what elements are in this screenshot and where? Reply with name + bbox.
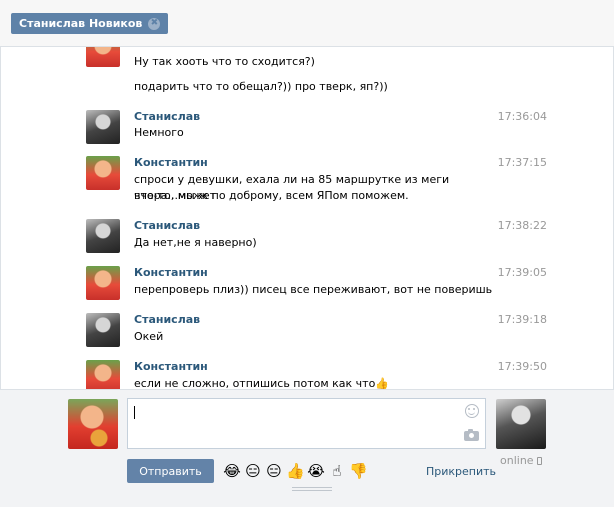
emoji-expressionless-icon[interactable]: 😑 xyxy=(244,462,262,480)
emoji-thumbs-down-icon[interactable]: 👎 xyxy=(349,462,368,480)
message-time: 17:37:15 xyxy=(497,156,547,169)
message-time: 17:38:22 xyxy=(497,219,547,232)
emoji-joy-icon[interactable]: 😂 xyxy=(223,462,241,480)
message-text: если не сложно, отпишись потом как что👍 xyxy=(134,377,390,389)
composer: Отправить 😂 😑 😑 👍 😭 ☝ 👎 Прикрепить onlin… xyxy=(0,389,614,507)
my-avatar[interactable] xyxy=(68,399,118,449)
avatar[interactable] xyxy=(86,110,120,144)
avatar[interactable] xyxy=(86,47,120,67)
message-text: Немного xyxy=(134,126,184,139)
message-input[interactable] xyxy=(127,398,486,449)
tab-chat-stanislav[interactable]: Станислав Новиков ✖ xyxy=(11,13,169,34)
message-text: перепроверь плиз)) писец все переживают,… xyxy=(134,283,493,296)
camera-icon[interactable] xyxy=(464,429,479,441)
emoji-expressionless-icon[interactable]: 😑 xyxy=(265,462,283,480)
message-text: подарить что то обещал?)) про тверк, яп?… xyxy=(134,80,388,93)
message-author[interactable]: Константин xyxy=(134,266,208,279)
message-author[interactable]: Константин xyxy=(134,360,208,373)
message-time: 17:36:04 xyxy=(497,110,547,123)
emoji-crying-icon[interactable]: 😭 xyxy=(307,462,325,480)
message-author[interactable]: Станислав xyxy=(134,313,200,326)
message-author[interactable]: Константин xyxy=(134,156,208,169)
message-author[interactable]: Станислав xyxy=(134,110,200,123)
avatar[interactable] xyxy=(86,313,120,347)
message-text: Да нет,не я наверно) xyxy=(134,236,257,249)
message-time: 17:39:50 xyxy=(497,360,547,373)
phone-icon xyxy=(536,456,542,465)
emoji-point-up-icon[interactable]: ☝ xyxy=(328,462,346,480)
close-icon[interactable]: ✖ xyxy=(148,17,161,30)
smile-icon[interactable] xyxy=(465,404,479,418)
message-author[interactable]: Станислав xyxy=(134,219,200,232)
avatar[interactable] xyxy=(86,266,120,300)
send-button[interactable]: Отправить xyxy=(127,459,214,483)
emoji-quick-bar: 😂 😑 😑 👍 😭 ☝ 👎 xyxy=(223,459,367,483)
online-label: online xyxy=(500,454,534,467)
attach-link[interactable]: Прикрепить xyxy=(426,465,496,478)
avatar[interactable] xyxy=(86,156,120,190)
peer-status: online xyxy=(500,454,542,467)
message-time: 17:39:18 xyxy=(497,313,547,326)
peer-avatar[interactable] xyxy=(496,399,546,449)
avatar[interactable] xyxy=(86,360,120,389)
chat-header: Станислав Новиков ✖ xyxy=(0,0,614,47)
message-text: Ну так хоoть что то сходится?) xyxy=(134,55,315,68)
message-history[interactable]: Ну так хоoть что то сходится?) подарить … xyxy=(0,47,614,389)
tab-title: Станислав Новиков xyxy=(19,17,143,30)
resize-handle[interactable] xyxy=(292,487,332,491)
avatar[interactable] xyxy=(86,219,120,253)
text-caret xyxy=(134,406,135,419)
message-text: что-то, мы ж по доброму, всем ЯПом помож… xyxy=(134,189,409,202)
emoji-thumbs-up-icon[interactable]: 👍 xyxy=(286,462,305,480)
message-time: 17:39:05 xyxy=(497,266,547,279)
message-text: Окей xyxy=(134,330,164,343)
